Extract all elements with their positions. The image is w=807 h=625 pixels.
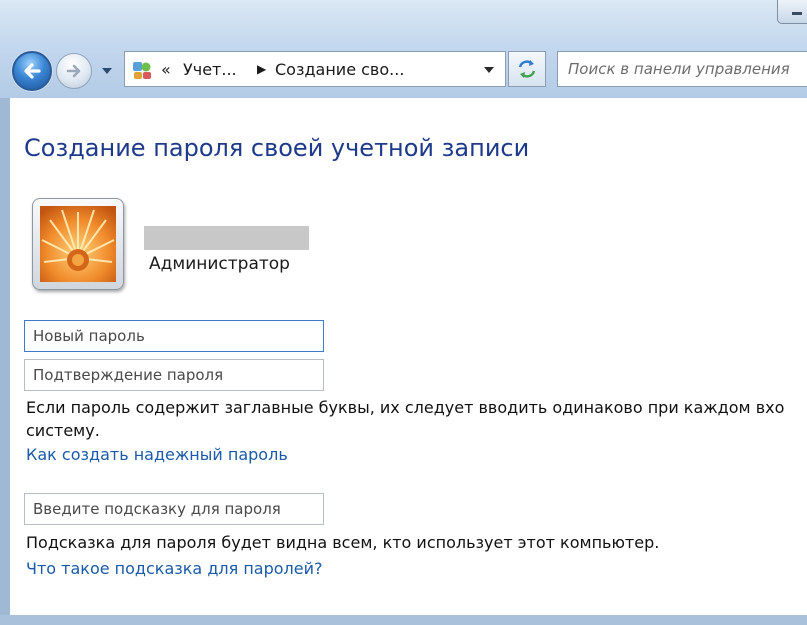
hint-info-link[interactable]: Что такое подсказка для паролей? xyxy=(26,559,322,578)
strong-password-link[interactable]: Как создать надежный пароль xyxy=(26,445,288,464)
window-bottom-border xyxy=(0,615,807,625)
address-dropdown-icon[interactable] xyxy=(483,66,495,74)
forward-button[interactable] xyxy=(56,53,92,89)
recent-pages-button[interactable] xyxy=(97,58,117,84)
hint-visibility-note: Подсказка для пароля будет видна всем, к… xyxy=(26,533,660,552)
refresh-button[interactable] xyxy=(508,51,546,87)
search-box[interactable] xyxy=(557,51,807,87)
breadcrumb-current[interactable]: Создание сво... xyxy=(275,60,404,79)
control-panel-icon xyxy=(133,62,151,79)
back-arrow-icon xyxy=(24,63,41,79)
window-chrome: « Учет... ▶ Создание сво... xyxy=(0,0,807,98)
forward-arrow-icon xyxy=(66,64,81,78)
minimize-icon xyxy=(792,12,802,15)
breadcrumb-prefix[interactable]: « xyxy=(161,60,171,79)
breadcrumb-accounts[interactable]: Учет... xyxy=(183,60,237,79)
case-sensitivity-note: Если пароль содержит заглавные буквы, их… xyxy=(26,398,785,417)
search-input[interactable] xyxy=(558,52,807,86)
breadcrumb-separator[interactable]: ▶ xyxy=(257,62,266,76)
new-password-input[interactable] xyxy=(24,320,324,352)
back-button[interactable] xyxy=(12,51,52,91)
page-title: Создание пароля своей учетной записи xyxy=(24,134,530,162)
minimize-button[interactable] xyxy=(777,0,807,24)
confirm-password-input[interactable] xyxy=(24,359,324,391)
address-bar[interactable]: « Учет... ▶ Создание сво... xyxy=(124,51,506,87)
user-name-redacted xyxy=(144,226,309,250)
case-sensitivity-note-cont: систему. xyxy=(26,421,100,440)
user-avatar xyxy=(32,198,124,290)
user-role: Администратор xyxy=(149,254,290,274)
refresh-icon xyxy=(518,60,536,78)
content-area: Создание пароля своей учетной записи Адм… xyxy=(10,98,807,615)
flower-avatar-icon xyxy=(40,206,116,282)
password-hint-input[interactable] xyxy=(24,493,324,525)
chevron-down-icon xyxy=(102,68,112,74)
